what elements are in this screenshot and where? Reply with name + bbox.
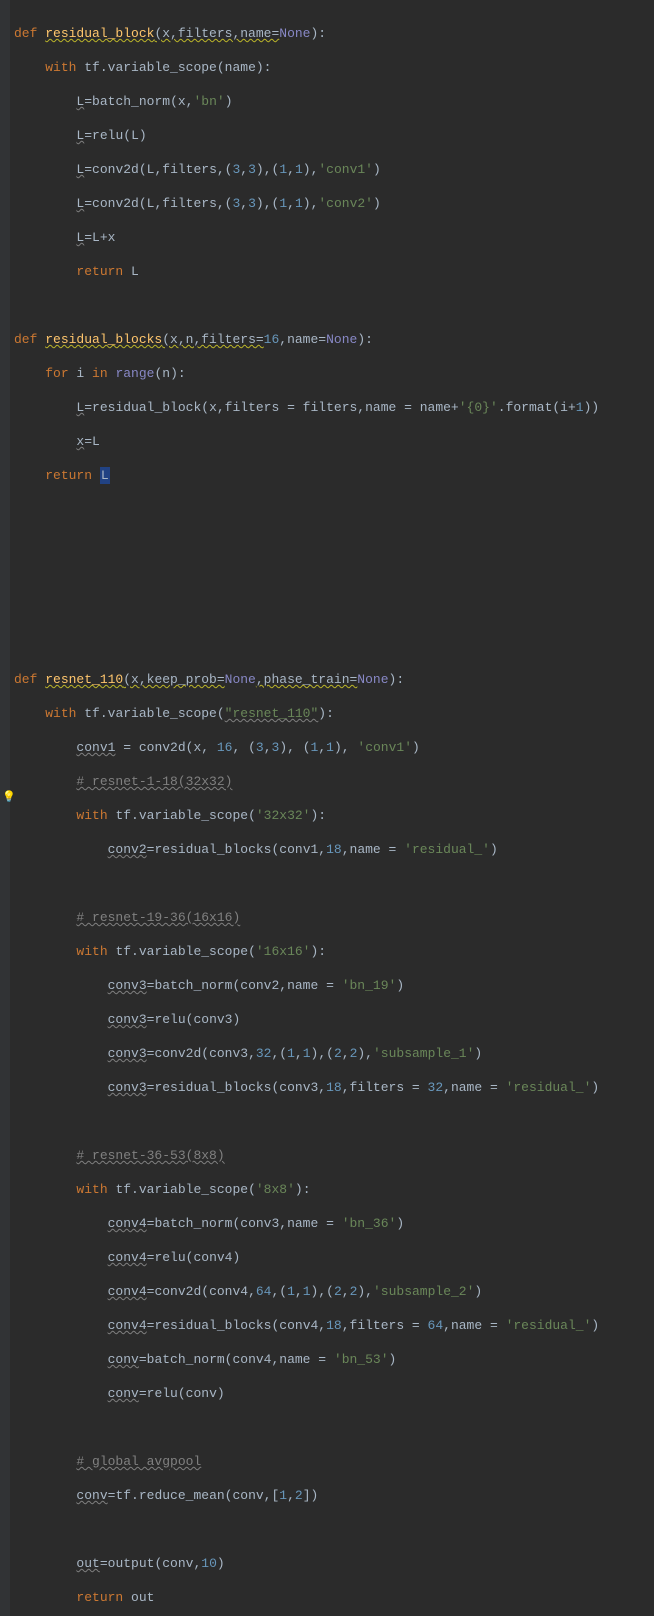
code-line[interactable]: for i in range(n):	[14, 365, 599, 382]
code-line[interactable]: return out	[14, 1589, 599, 1606]
code-line[interactable]	[14, 603, 599, 620]
lightbulb-icon[interactable]: 💡	[2, 790, 16, 807]
code-line[interactable]: conv=tf.reduce_mean(conv,[1,2])	[14, 1487, 599, 1504]
code-line[interactable]: def residual_block(x,filters,name=None):	[14, 25, 599, 42]
code-line[interactable]: L=relu(L)	[14, 127, 599, 144]
code-line[interactable]	[14, 875, 599, 892]
code-editor[interactable]: 💡 def residual_block(x,filters,name=None…	[0, 0, 654, 1616]
code-line[interactable]	[14, 1113, 599, 1130]
code-line[interactable]: # resnet-19-36(16x16)	[14, 909, 599, 926]
code-line[interactable]: with tf.variable_scope('16x16'):	[14, 943, 599, 960]
code-line[interactable]	[14, 1521, 599, 1538]
code-line[interactable]: conv2=residual_blocks(conv1,18,name = 'r…	[14, 841, 599, 858]
code-line[interactable]: with tf.variable_scope('8x8'):	[14, 1181, 599, 1198]
code-area[interactable]: def residual_block(x,filters,name=None):…	[10, 0, 599, 1616]
code-line[interactable]: x=L	[14, 433, 599, 450]
code-line[interactable]	[14, 535, 599, 552]
code-line[interactable]	[14, 1419, 599, 1436]
code-line[interactable]: conv3=relu(conv3)	[14, 1011, 599, 1028]
code-line[interactable]: def resnet_110(x,keep_prob=None,phase_tr…	[14, 671, 599, 688]
code-line[interactable]: L=conv2d(L,filters,(3,3),(1,1),'conv1')	[14, 161, 599, 178]
code-line[interactable]: conv=relu(conv)	[14, 1385, 599, 1402]
code-line[interactable]	[14, 637, 599, 654]
code-line[interactable]: with tf.variable_scope(name):	[14, 59, 599, 76]
code-line[interactable]: out=output(conv,10)	[14, 1555, 599, 1572]
code-line[interactable]	[14, 297, 599, 314]
code-line[interactable]: conv4=relu(conv4)	[14, 1249, 599, 1266]
code-line[interactable]: with tf.variable_scope('32x32'):	[14, 807, 599, 824]
code-line[interactable]: conv1 = conv2d(x, 16, (3,3), (1,1), 'con…	[14, 739, 599, 756]
code-line[interactable]: conv4=conv2d(conv4,64,(1,1),(2,2),'subsa…	[14, 1283, 599, 1300]
code-line[interactable]: conv=batch_norm(conv4,name = 'bn_53')	[14, 1351, 599, 1368]
code-line[interactable]: L=residual_block(x,filters = filters,nam…	[14, 399, 599, 416]
code-line[interactable]: conv3=conv2d(conv3,32,(1,1),(2,2),'subsa…	[14, 1045, 599, 1062]
code-line[interactable]: L=batch_norm(x,'bn')	[14, 93, 599, 110]
code-line[interactable]: # resnet-36-53(8x8)	[14, 1147, 599, 1164]
code-line[interactable]: conv4=residual_blocks(conv4,18,filters =…	[14, 1317, 599, 1334]
code-line[interactable]: conv4=batch_norm(conv3,name = 'bn_36')	[14, 1215, 599, 1232]
code-line[interactable]: L=L+x	[14, 229, 599, 246]
code-line[interactable]: L=conv2d(L,filters,(3,3),(1,1),'conv2')	[14, 195, 599, 212]
code-line[interactable]: # resnet-1-18(32x32)	[14, 773, 599, 790]
code-line[interactable]: return L	[14, 467, 599, 484]
gutter: 💡	[0, 0, 10, 1616]
code-line[interactable]: conv3=residual_blocks(conv3,18,filters =…	[14, 1079, 599, 1096]
code-line[interactable]: # global avgpool	[14, 1453, 599, 1470]
code-line[interactable]	[14, 569, 599, 586]
code-line[interactable]: return L	[14, 263, 599, 280]
code-line[interactable]	[14, 501, 599, 518]
code-line[interactable]: conv3=batch_norm(conv2,name = 'bn_19')	[14, 977, 599, 994]
code-line[interactable]: def residual_blocks(x,n,filters=16,name=…	[14, 331, 599, 348]
code-line[interactable]: with tf.variable_scope("resnet_110"):	[14, 705, 599, 722]
